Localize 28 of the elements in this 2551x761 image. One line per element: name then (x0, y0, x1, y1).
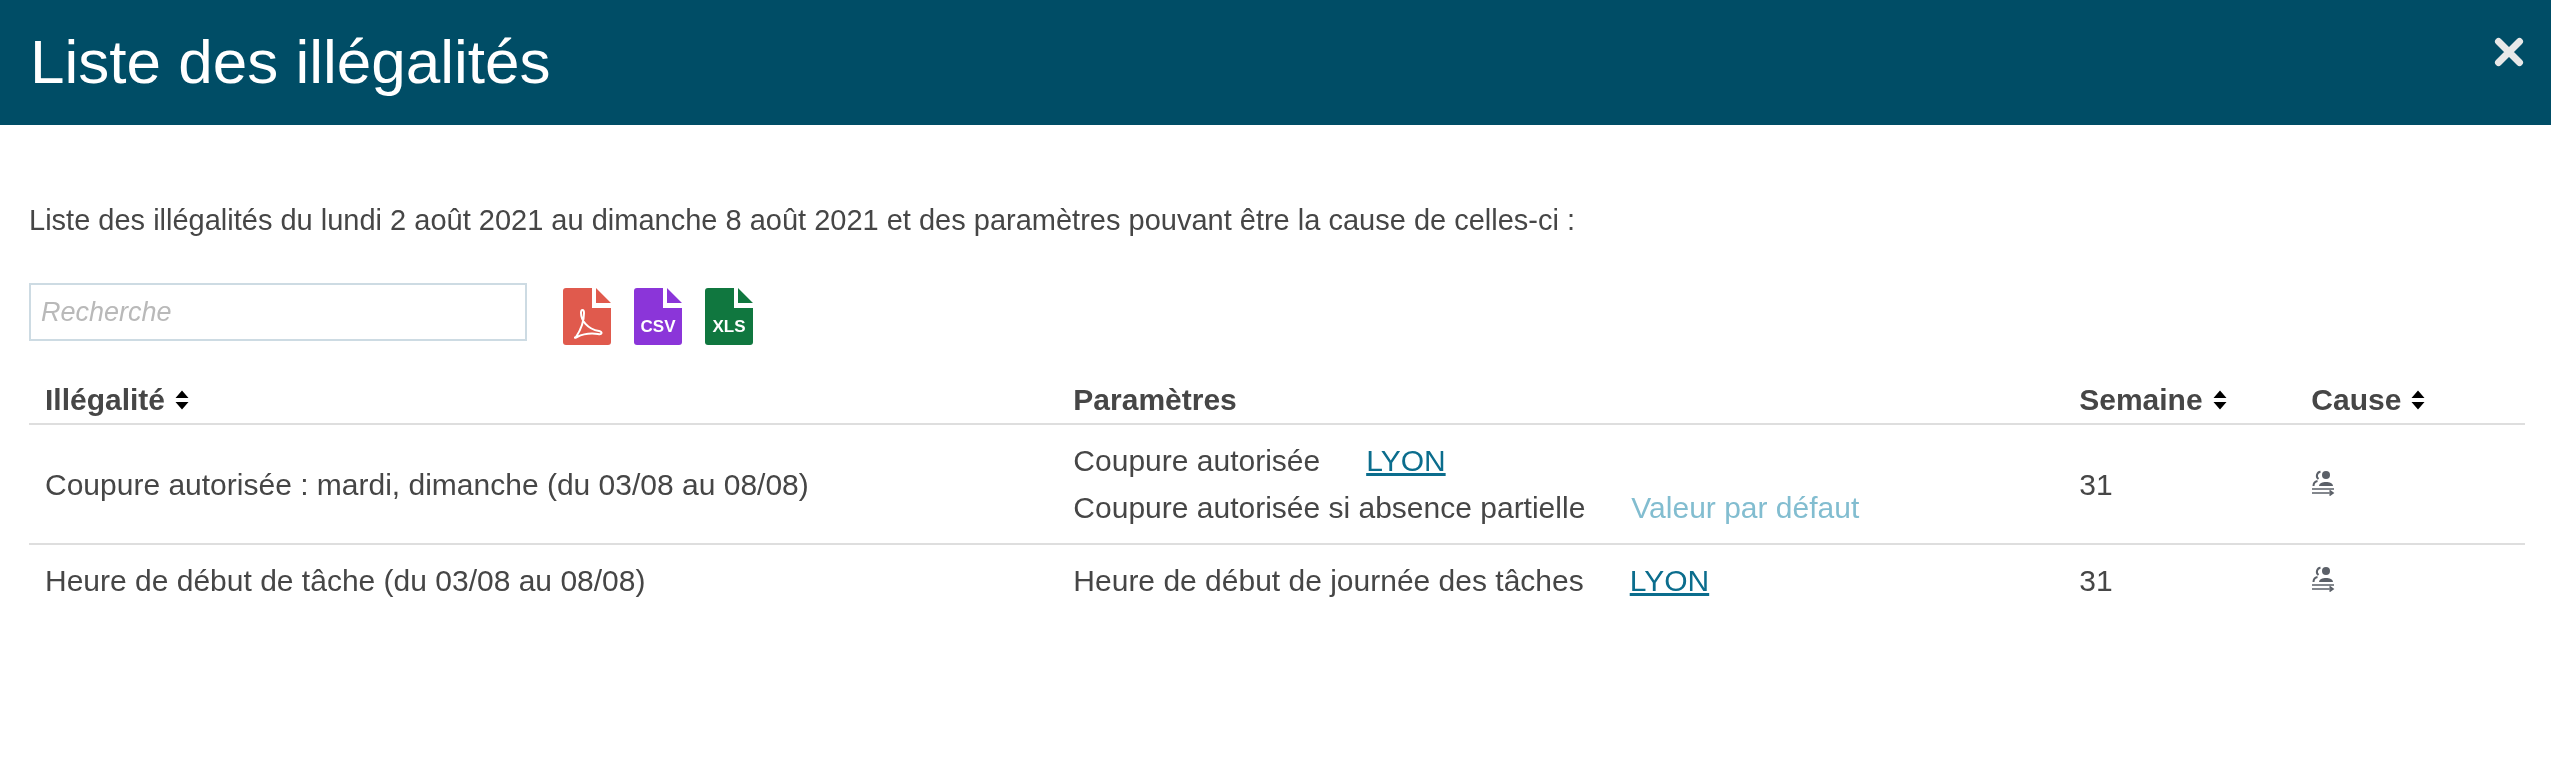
sort-icon (2411, 389, 2426, 411)
close-button[interactable] (2494, 37, 2524, 67)
week-number: 31 (2079, 467, 2113, 501)
parameter-link[interactable]: LYON (1366, 444, 1446, 477)
pdf-symbol-icon (571, 307, 603, 339)
sort-icon (2212, 389, 2227, 411)
close-icon (2494, 37, 2524, 67)
person-arrow-icon[interactable] (2311, 566, 2336, 593)
parameter-link[interactable]: LYON (1629, 564, 1710, 597)
csv-export-button[interactable]: CSV (634, 288, 682, 345)
column-header[interactable]: Semaine (2079, 383, 2227, 417)
window-title: Liste des illégalités (30, 28, 551, 97)
default-value-text: Valeur par défaut (1631, 491, 1860, 524)
column-header[interactable]: Illégalité (45, 383, 190, 417)
person-arrow-icon[interactable] (2311, 469, 2336, 496)
column-header[interactable]: Cause (2311, 383, 2426, 417)
illegality-text: Coupure autorisée : mardi, dimanche (du 03/08 au 08/08) (45, 467, 809, 501)
description-text: Liste des illégalités du lundi 2 août 2021 au dimanche 8 août 2021 et des paramètres pouvant être la cause de celles-ci : (29, 203, 1577, 238)
xls-export-button[interactable]: XLS (705, 288, 753, 345)
column-header: Paramètres (1073, 383, 1237, 417)
illegality-text: Heure de début de tâche (du 03/08 au 08/08) (45, 564, 646, 597)
parameter-name: Heure de début de journée des tâches (1073, 564, 1584, 597)
pdf-export-button[interactable] (563, 288, 611, 345)
week-number: 31 (2079, 564, 2113, 597)
sort-icon (175, 389, 190, 411)
parameter-name: Coupure autorisée si absence partielle (1073, 491, 1586, 524)
search-field[interactable]: Recherche (29, 283, 527, 341)
parameter-name: Coupure autorisée (1073, 444, 1321, 477)
